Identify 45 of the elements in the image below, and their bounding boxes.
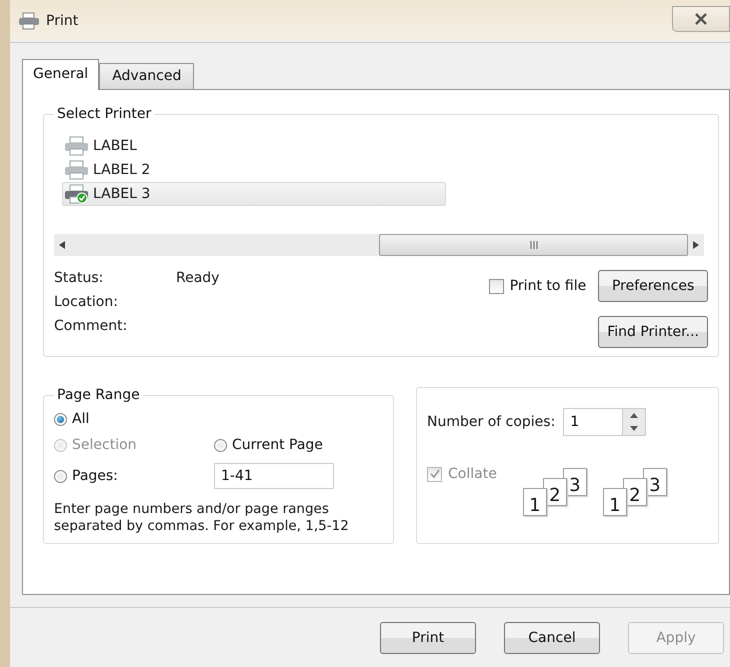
radio-label: Selection	[72, 437, 137, 453]
copies-label: Number of copies:	[427, 414, 556, 430]
grip-icon	[530, 241, 538, 249]
scroll-right-icon[interactable]	[693, 241, 699, 249]
radio-button[interactable]	[54, 470, 67, 482]
page-number: 1	[602, 488, 627, 516]
pages-field[interactable]: 1-41	[214, 463, 334, 489]
tab[interactable]: General	[22, 59, 100, 90]
radio-button[interactable]	[54, 412, 67, 426]
radio-label: Current Page	[232, 437, 323, 453]
printer-icon	[63, 136, 91, 156]
dialog-button[interactable]: Print	[380, 622, 476, 654]
printer-item[interactable]: LABEL	[62, 134, 446, 158]
dialog-button[interactable]: Find Printer...	[598, 316, 708, 348]
printer-item[interactable]: LABEL 3	[62, 182, 446, 206]
radio-label: Pages:	[72, 468, 118, 484]
check-icon	[430, 469, 440, 479]
printer-icon	[63, 160, 91, 180]
up-arrow-icon[interactable]	[630, 413, 638, 418]
printer-item[interactable]: LABEL 2	[62, 158, 446, 182]
tab[interactable]: Advanced	[99, 63, 194, 90]
horizontal-scrollbar[interactable]	[54, 234, 704, 256]
window-title: Print	[46, 13, 78, 29]
copies-field[interactable]: 1	[563, 408, 622, 436]
radio-button[interactable]	[214, 438, 227, 452]
printer-icon	[18, 12, 40, 30]
scroll-left-icon[interactable]	[59, 241, 65, 249]
close-icon	[694, 13, 708, 25]
info-label: Location:	[54, 294, 119, 310]
close-button[interactable]	[672, 6, 730, 32]
scroll-thumb[interactable]	[379, 234, 688, 256]
info-label: Comment:	[54, 318, 128, 334]
dialog-button[interactable]: Cancel	[504, 622, 600, 654]
printer-icon	[63, 184, 91, 204]
group-title: Page Range	[56, 387, 141, 403]
info-label: Status:	[54, 270, 104, 286]
spin-buttons[interactable]	[622, 408, 646, 436]
radio-label: All	[72, 411, 90, 427]
info-value: Ready	[176, 270, 220, 286]
hint-text: Enter page numbers and/or page ranges separated by commas. For example, 1,5-12	[54, 501, 350, 535]
down-arrow-icon[interactable]	[630, 426, 638, 431]
page-number: 1	[522, 488, 547, 516]
print-to-file-checkbox[interactable]: Print to file	[488, 278, 586, 294]
group-title: Select Printer	[56, 106, 152, 122]
dialog-button[interactable]: Preferences	[598, 270, 708, 302]
